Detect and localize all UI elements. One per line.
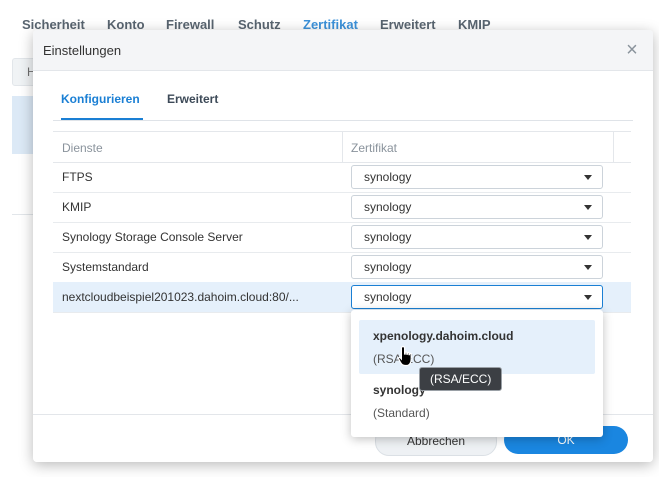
service-name: Synology Storage Console Server (62, 230, 243, 244)
service-name: FTPS (62, 170, 93, 184)
hand-pointer-icon (397, 345, 412, 367)
table-row[interactable]: Synology Storage Console Server synology (53, 222, 631, 253)
certificate-select-value: synology (364, 260, 412, 274)
column-header-dienste[interactable]: Dienste (62, 141, 103, 155)
certificate-select[interactable]: synology (351, 255, 603, 279)
service-name: KMIP (62, 200, 92, 214)
chevron-down-icon[interactable] (584, 265, 592, 270)
table-row-selected[interactable]: nextcloudbeispiel201023.dahoim.cloud:80/… (53, 282, 631, 313)
column-divider (342, 132, 343, 162)
certificate-select[interactable]: synology (351, 225, 603, 249)
chevron-down-icon[interactable] (584, 295, 592, 300)
tab-konfigurieren[interactable]: Konfigurieren (61, 92, 140, 106)
table-row[interactable]: KMIP synology (53, 192, 631, 223)
grid-header: Dienste Zertifikat (53, 131, 631, 163)
service-name: nextcloudbeispiel201023.dahoim.cloud:80/… (62, 290, 299, 304)
chevron-down-icon[interactable] (584, 205, 592, 210)
certificate-select-value: synology (364, 230, 412, 244)
certificate-select[interactable]: synology (351, 195, 603, 219)
table-row[interactable]: Systemstandard synology (53, 252, 631, 283)
tab-erweitert[interactable]: Erweitert (167, 92, 218, 106)
certificate-grid: Dienste Zertifikat FTPS synology KMIP sy… (53, 131, 631, 313)
service-name: Systemstandard (62, 260, 149, 274)
option-description: (Standard) (373, 406, 430, 420)
dropdown-option-xpenology[interactable]: xpenology.dahoim.cloud (RSA/ECC) (359, 320, 595, 374)
tooltip: (RSA/ECC) (419, 367, 503, 391)
certificate-select-value: synology (364, 200, 412, 214)
dialog-header: Einstellungen × (33, 30, 653, 71)
certificate-select-value: synology (364, 170, 412, 184)
certificate-select-value: synology (364, 290, 412, 304)
column-header-zertifikat[interactable]: Zertifikat (351, 141, 397, 155)
column-divider (613, 132, 614, 162)
chevron-down-icon[interactable] (584, 175, 592, 180)
option-name: synology (373, 383, 426, 397)
chevron-down-icon[interactable] (584, 235, 592, 240)
option-name: xpenology.dahoim.cloud (373, 329, 514, 343)
active-tab-indicator (61, 118, 143, 120)
table-row[interactable]: FTPS synology (53, 162, 631, 193)
dialog-tab-bar: Konfigurieren Erweitert (53, 84, 633, 121)
close-icon[interactable]: × (621, 39, 643, 61)
certificate-select[interactable]: synology (351, 165, 603, 189)
dialog-title: Einstellungen (43, 43, 122, 58)
certificate-select-open[interactable]: synology (351, 285, 603, 309)
